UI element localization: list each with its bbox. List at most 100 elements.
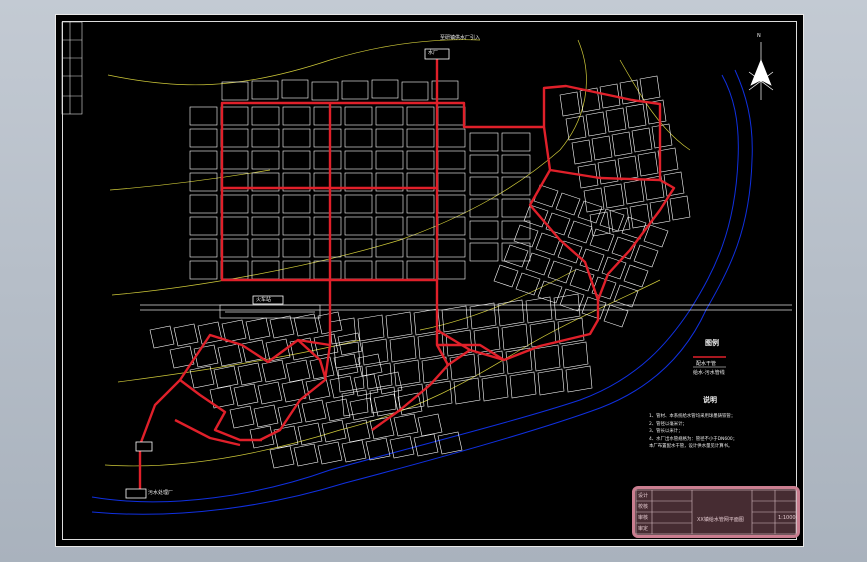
city-block (406, 260, 435, 280)
city-block (344, 128, 373, 148)
city-block (509, 371, 537, 399)
city-block (406, 238, 435, 258)
city-block (329, 317, 357, 345)
facility-boxes (125, 48, 450, 499)
city-block (385, 311, 413, 339)
city-block (603, 304, 629, 328)
legend-item-1: 配水干管 (696, 361, 717, 367)
city-block (220, 194, 249, 214)
city-block (189, 172, 218, 192)
city-block (293, 443, 319, 467)
city-block (393, 359, 421, 387)
city-block (389, 435, 415, 459)
city-block (581, 296, 607, 320)
city-block (149, 325, 175, 349)
water-supply-network-plan (61, 21, 797, 535)
note-line: 2、管径以毫米计； (649, 421, 687, 427)
city-block (469, 220, 499, 240)
city-block (625, 103, 647, 129)
city-block (565, 115, 587, 141)
city-block (513, 224, 539, 248)
city-block (282, 238, 311, 258)
city-block (413, 433, 439, 457)
city-block (501, 154, 531, 174)
city-block (220, 128, 249, 148)
city-block (501, 323, 529, 351)
city-block (469, 176, 499, 196)
city-block (561, 341, 589, 369)
city-block (337, 365, 365, 393)
city-block (547, 260, 573, 284)
city-block (229, 405, 255, 429)
city-block (605, 107, 627, 133)
city-block (406, 194, 435, 214)
city-block (669, 195, 691, 221)
city-block (417, 413, 443, 437)
city-block (437, 150, 466, 170)
city-block (313, 260, 342, 280)
city-block (313, 106, 342, 126)
city-block (469, 154, 499, 174)
city-block (651, 123, 673, 149)
city-block (313, 216, 342, 236)
city-block (577, 200, 603, 224)
city-block (557, 240, 583, 264)
city-block (344, 260, 373, 280)
city-block (251, 106, 280, 126)
city-block (567, 220, 593, 244)
city-block (193, 344, 219, 368)
city-block (533, 184, 559, 208)
city-block (344, 216, 373, 236)
city-block (282, 216, 311, 236)
legend-item-2: 给水-污水管线 (693, 370, 725, 376)
city-block (217, 343, 243, 367)
city-block (437, 106, 466, 126)
city-block (375, 216, 404, 236)
city-block (301, 399, 327, 423)
city-block (469, 302, 497, 330)
city-block (453, 377, 481, 405)
city-block (603, 183, 625, 209)
city-block (257, 381, 283, 405)
city-block (293, 313, 319, 337)
city-block (189, 216, 218, 236)
note-line: 1、管材、本系统给水管均采用球墨铸铁管； (649, 414, 736, 419)
city-block (559, 288, 585, 312)
city-block (282, 106, 311, 126)
city-block (349, 397, 375, 421)
city-block (251, 150, 280, 170)
city-block (401, 81, 429, 101)
city-block (245, 317, 271, 341)
city-block (251, 260, 280, 280)
city-block (397, 383, 425, 411)
city-block (345, 419, 371, 443)
city-block (344, 194, 373, 214)
city-block (313, 238, 342, 258)
city-block (589, 228, 615, 252)
city-block (375, 106, 404, 126)
city-block (469, 132, 499, 152)
city-block (341, 439, 367, 463)
city-block (611, 131, 633, 157)
city-block (269, 315, 295, 339)
city-block (251, 194, 280, 214)
city-block (273, 425, 299, 449)
note-line: 本厂布置配水干管，设计供水量见计算书。 (649, 444, 733, 449)
city-block (189, 194, 218, 214)
city-block (325, 398, 351, 422)
city-block (623, 179, 645, 205)
city-block (617, 155, 639, 181)
city-block (361, 338, 389, 366)
city-block (633, 244, 659, 268)
city-block (221, 81, 249, 101)
city-block (251, 80, 279, 100)
city-block (545, 212, 571, 236)
city-block (189, 128, 218, 148)
city-block (585, 111, 607, 137)
note-line: 3、管长以米计； (649, 429, 683, 434)
city-block (233, 383, 259, 407)
city-block (406, 128, 435, 148)
city-block (525, 252, 551, 276)
title-block-selection-highlight[interactable] (632, 486, 800, 538)
city-block (437, 128, 466, 148)
